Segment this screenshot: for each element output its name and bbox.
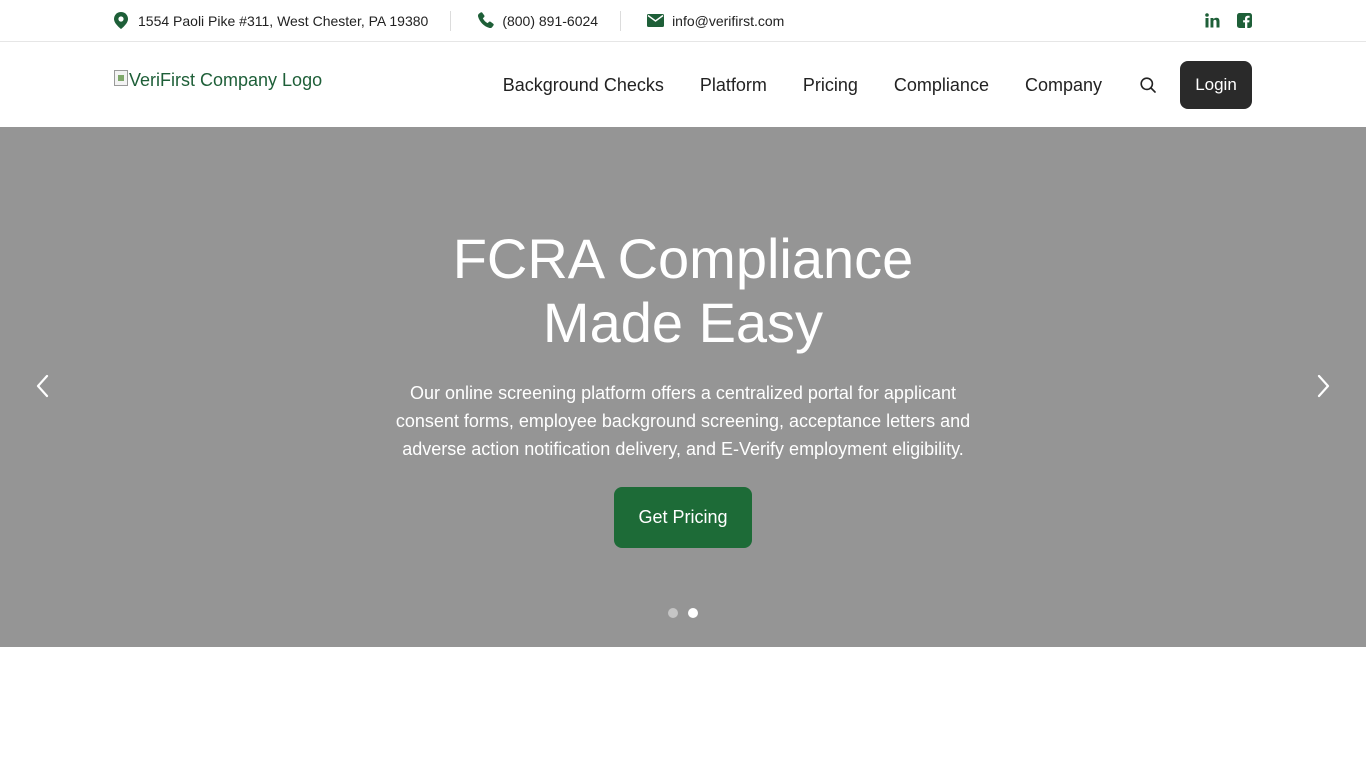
get-pricing-button[interactable]: Get Pricing: [614, 487, 752, 548]
carousel-dots: [668, 608, 698, 618]
carousel-next-arrow[interactable]: [1314, 373, 1334, 399]
facebook-icon[interactable]: [1236, 13, 1252, 29]
hero-title: FCRA Compliance Made Easy: [0, 227, 1366, 355]
address-item: 1554 Paoli Pike #311, West Chester, PA 1…: [114, 12, 428, 29]
hero-title-line-1: FCRA Compliance: [452, 227, 914, 290]
topbar-divider: [620, 10, 622, 31]
top-info-bar-inner: 1554 Paoli Pike #311, West Chester, PA 1…: [114, 0, 1252, 41]
address-text: 1554 Paoli Pike #311, West Chester, PA 1…: [138, 12, 429, 29]
email-item[interactable]: info@verifirst.com: [647, 13, 784, 29]
linkedin-icon[interactable]: [1204, 13, 1220, 29]
hero-title-line-2: Made Easy: [542, 291, 824, 354]
envelope-icon: [647, 14, 672, 27]
phone-item[interactable]: (800) 891-6024: [477, 12, 598, 29]
phone-icon: [477, 12, 502, 29]
logo-alt-text: VeriFirst Company Logo: [129, 70, 323, 90]
nav-background-checks[interactable]: Background Checks: [503, 76, 664, 94]
nav-company[interactable]: Company: [1025, 76, 1102, 94]
carousel-prev-arrow[interactable]: [32, 373, 52, 399]
search-icon[interactable]: [1140, 76, 1156, 93]
top-info-bar: 1554 Paoli Pike #311, West Chester, PA 1…: [0, 0, 1366, 42]
social-links: [1204, 13, 1252, 29]
site-header: VeriFirst Company Logo Background Checks…: [0, 42, 1366, 127]
map-pin-icon: [114, 12, 138, 29]
nav-platform[interactable]: Platform: [700, 76, 767, 94]
carousel-dot-1[interactable]: [668, 608, 678, 618]
topbar-divider: [450, 10, 452, 31]
phone-text: (800) 891-6024: [502, 12, 599, 29]
carousel-dot-2[interactable]: [688, 608, 698, 618]
login-button[interactable]: Login: [1180, 60, 1252, 109]
nav-compliance[interactable]: Compliance: [894, 76, 989, 94]
hero-carousel: FCRA Compliance Made Easy Our online scr…: [0, 127, 1366, 647]
nav-pricing[interactable]: Pricing: [803, 76, 858, 94]
hero-description: Our online screening platform offers a c…: [395, 383, 971, 459]
email-text: info@verifirst.com: [672, 12, 785, 29]
broken-image-icon: [114, 70, 128, 86]
company-logo[interactable]: VeriFirst Company Logo: [114, 70, 323, 90]
main-nav: Background Checks Platform Pricing Compl…: [503, 42, 1252, 127]
